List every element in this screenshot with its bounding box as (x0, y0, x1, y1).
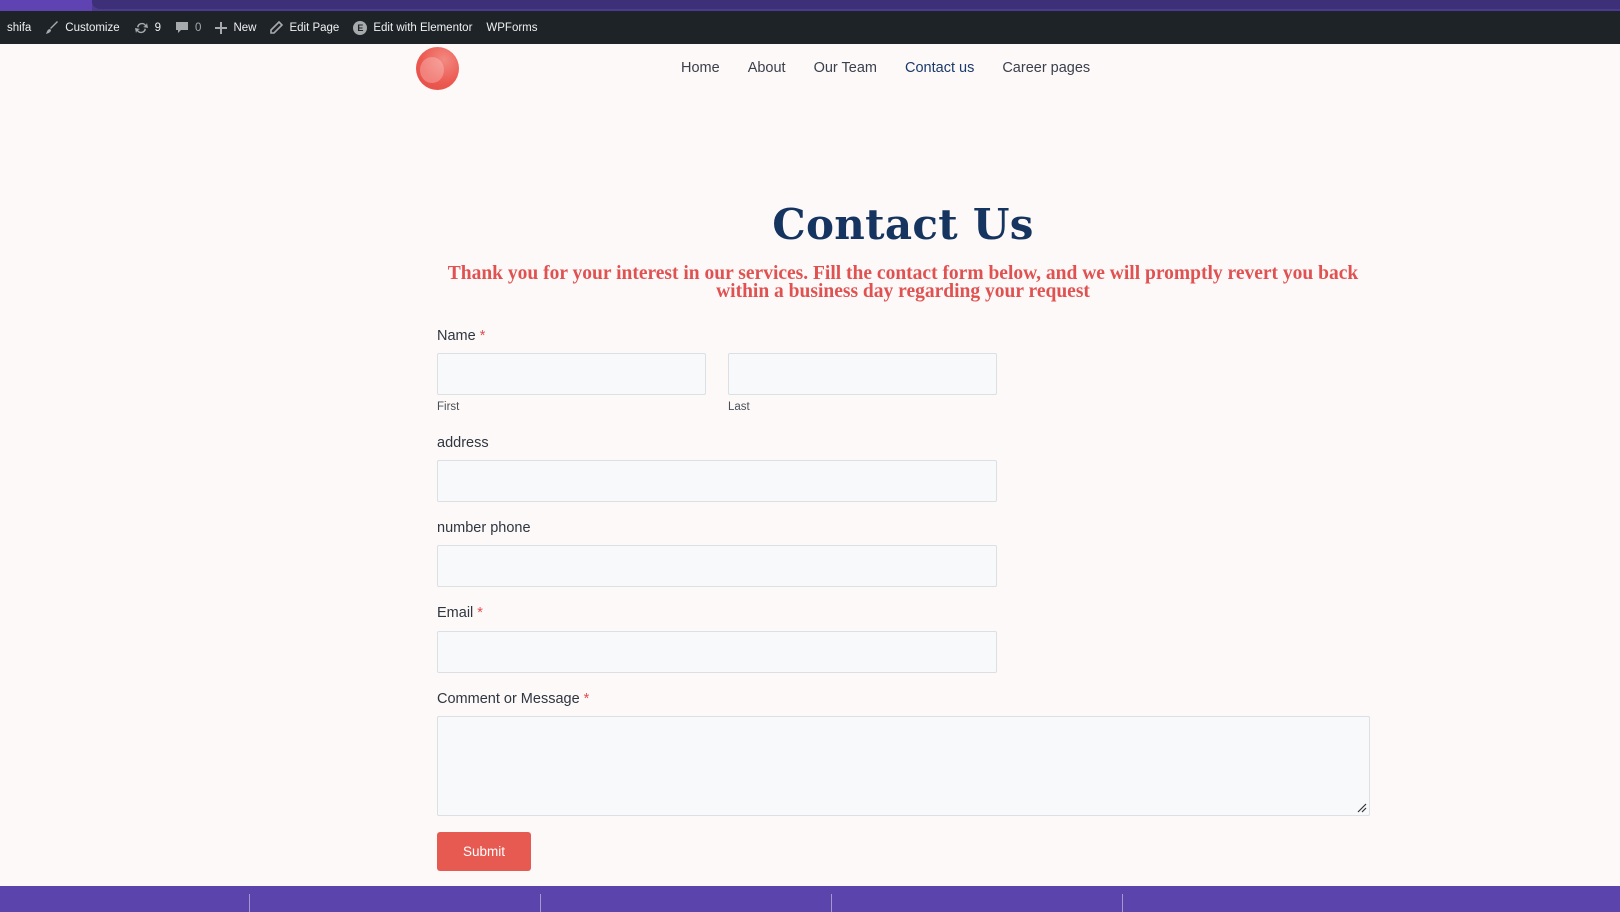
address-label: address (437, 435, 489, 451)
address-input[interactable] (437, 460, 997, 502)
site-footer (0, 886, 1620, 912)
admin-updates[interactable]: 9 (127, 11, 168, 44)
admin-customize[interactable]: Customize (38, 11, 126, 44)
browser-address-bar[interactable] (92, 0, 1620, 9)
comment-icon (176, 21, 189, 33)
admin-site-name[interactable]: shifa (0, 11, 38, 44)
admin-edit-page[interactable]: Edit Page (263, 11, 346, 44)
footer-divider (249, 894, 250, 912)
nav-home[interactable]: Home (681, 60, 720, 76)
primary-nav: Home About Our Team Contact us Career pa… (681, 44, 1090, 91)
resize-handle-icon[interactable] (1357, 803, 1367, 813)
footer-divider (1122, 894, 1123, 912)
footer-divider (540, 894, 541, 912)
admin-wpforms[interactable]: WPForms (479, 11, 544, 44)
nav-our-team[interactable]: Our Team (814, 60, 877, 76)
site-header: Home About Our Team Contact us Career pa… (0, 44, 1620, 104)
browser-chrome-strip (0, 0, 1620, 11)
message-wrapper (437, 716, 1370, 816)
required-marker: * (477, 605, 483, 621)
updates-icon (134, 22, 148, 33)
nav-about[interactable]: About (748, 60, 786, 76)
nav-career-pages[interactable]: Career pages (1002, 60, 1090, 76)
name-label: Name * (437, 328, 485, 344)
wpforms-label: WPForms (486, 21, 538, 34)
submit-button[interactable]: Submit (437, 832, 531, 871)
admin-comments[interactable]: 0 (168, 11, 208, 44)
plus-icon (215, 21, 228, 34)
footer-divider (831, 894, 832, 912)
customize-label: Customize (65, 21, 120, 34)
email-label-text: Email (437, 605, 474, 621)
pencil-icon (270, 21, 284, 34)
first-sublabel: First (437, 401, 460, 413)
required-marker: * (479, 328, 486, 344)
last-sublabel: Last (728, 401, 750, 413)
page-title: Contact Us (772, 200, 1034, 249)
brush-icon (46, 20, 59, 34)
wp-admin-bar: shifa Customize 9 0 New Edit Page E Edit… (0, 11, 1620, 44)
site-name-label: shifa (7, 21, 32, 34)
last-name-input[interactable] (728, 353, 997, 395)
message-label-text: Comment or Message (437, 691, 580, 707)
edit-page-label: Edit Page (289, 21, 340, 34)
email-input[interactable] (437, 631, 997, 673)
phone-label: number phone (437, 520, 531, 536)
nav-contact-us[interactable]: Contact us (905, 60, 974, 76)
message-label: Comment or Message * (437, 691, 589, 707)
intro-text: Thank you for your interest in our servi… (447, 263, 1359, 302)
message-textarea[interactable] (437, 716, 1370, 816)
elementor-label: Edit with Elementor (373, 21, 473, 34)
admin-elementor[interactable]: E Edit with Elementor (346, 11, 479, 44)
first-name-input[interactable] (437, 353, 706, 395)
new-label: New (233, 21, 257, 34)
name-label-text: Name (437, 328, 476, 344)
browser-tab[interactable] (0, 0, 92, 11)
updates-count: 9 (154, 21, 162, 34)
elementor-icon: E (353, 20, 368, 35)
site-logo[interactable] (416, 47, 459, 90)
phone-input[interactable] (437, 545, 997, 587)
required-marker: * (583, 691, 590, 707)
email-label: Email * (437, 605, 483, 621)
admin-new[interactable]: New (208, 11, 263, 44)
comments-count: 0 (195, 21, 202, 34)
